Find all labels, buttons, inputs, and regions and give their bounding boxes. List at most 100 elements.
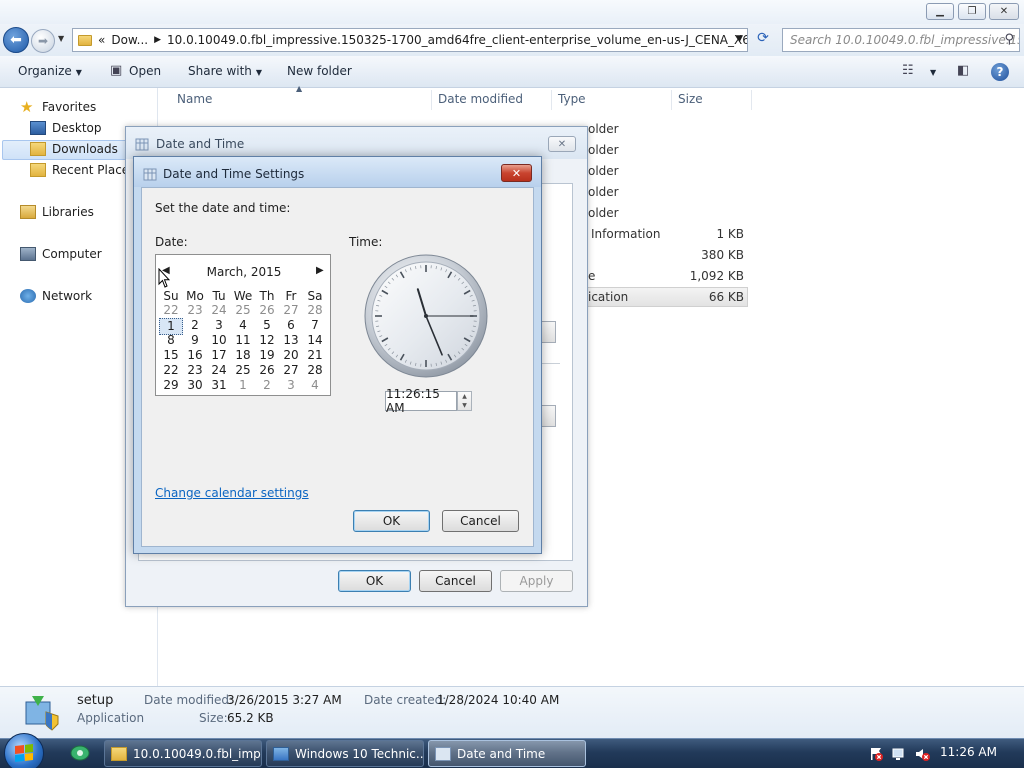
calendar-day-other-month[interactable]: 4 [303, 378, 327, 393]
column-divider[interactable] [751, 90, 752, 110]
back-button[interactable]: ⬅ [3, 27, 29, 53]
recent-pages-dropdown[interactable]: ▼ [58, 34, 64, 43]
calendar-month-title[interactable]: March, 2015 [156, 265, 332, 279]
calendar-day[interactable]: 23 [183, 363, 207, 378]
help-icon[interactable]: ? [991, 63, 1009, 81]
spin-down-icon[interactable]: ▼ [462, 402, 467, 409]
view-dropdown-icon[interactable]: ▼ [926, 64, 936, 78]
calendar-day[interactable]: 7 [303, 318, 327, 333]
calendar-day[interactable]: 5 [255, 318, 279, 333]
outer-cancel-button[interactable]: Cancel [419, 570, 492, 592]
change-date-time-button-edge[interactable] [540, 321, 556, 343]
calendar-day-other-month[interactable]: 24 [207, 303, 231, 318]
column-divider[interactable] [551, 90, 552, 110]
calendar-day[interactable]: 24 [207, 363, 231, 378]
column-divider[interactable] [671, 90, 672, 110]
refresh-icon[interactable]: ⟳ [752, 30, 774, 50]
breadcrumb-arrow-icon[interactable]: ▶ [154, 35, 161, 45]
calendar[interactable]: ◀ March, 2015 ▶ Su Mo Tu We Th Fr Sa 22 23 24 25 2… [155, 254, 331, 396]
settings-close-button[interactable]: ✕ [501, 164, 532, 182]
calendar-day-other-month[interactable]: 1 [231, 378, 255, 393]
calendar-day-other-month[interactable]: 26 [255, 303, 279, 318]
organize-button[interactable]: Organize ▼ [18, 64, 82, 78]
calendar-day[interactable]: 27 [279, 363, 303, 378]
next-month-icon[interactable]: ▶ [316, 265, 324, 276]
calendar-day[interactable]: 22 [159, 363, 183, 378]
calendar-day-other-month[interactable]: 25 [231, 303, 255, 318]
calendar-day[interactable]: 3 [207, 318, 231, 333]
calendar-day[interactable]: 17 [207, 348, 231, 363]
pinned-app-icon[interactable] [62, 741, 98, 765]
address-segment-folder[interactable]: 10.0.10049.0.fbl_impressive.150325-1700_… [167, 33, 747, 47]
calendar-day[interactable]: 20 [279, 348, 303, 363]
calendar-day[interactable]: 4 [231, 318, 255, 333]
nav-recent-places[interactable]: Recent Places [30, 163, 135, 177]
address-bar[interactable]: « Dow... ▶ 10.0.10049.0.fbl_impressive.1… [72, 28, 748, 52]
calendar-day[interactable]: 2 [183, 318, 207, 333]
calendar-day[interactable]: 13 [279, 333, 303, 348]
nav-downloads[interactable]: Downloads [30, 142, 118, 156]
preview-pane-icon[interactable]: ◧ [957, 63, 969, 78]
calendar-day-other-month[interactable]: 27 [279, 303, 303, 318]
address-dropdown-icon[interactable]: ▼ [736, 34, 743, 44]
volume-muted-icon[interactable] [914, 746, 930, 762]
calendar-day-other-month[interactable]: 2 [255, 378, 279, 393]
nav-computer[interactable]: Computer [20, 247, 102, 261]
maximize-button[interactable]: ❐ [958, 3, 986, 20]
outer-ok-button[interactable]: OK [338, 570, 411, 592]
time-spinner[interactable]: ▲ ▼ [457, 391, 472, 411]
settings-ok-button[interactable]: OK [353, 510, 430, 532]
calendar-day[interactable]: 18 [231, 348, 255, 363]
calendar-day[interactable]: 26 [255, 363, 279, 378]
nav-libraries[interactable]: Libraries [20, 205, 94, 219]
calendar-day[interactable]: 10 [207, 333, 231, 348]
forward-button[interactable]: ➡ [31, 29, 55, 53]
calendar-day-other-month[interactable]: 22 [159, 303, 183, 318]
calendar-day-other-month[interactable]: 23 [183, 303, 207, 318]
nav-desktop[interactable]: Desktop [30, 121, 102, 135]
calendar-day[interactable]: 19 [255, 348, 279, 363]
taskbar-date-time-button[interactable]: Date and Time [428, 740, 586, 767]
start-button[interactable] [4, 733, 44, 768]
nav-network[interactable]: Network [20, 289, 92, 303]
calendar-day[interactable]: 11 [231, 333, 255, 348]
minimize-button[interactable]: ▁ [926, 3, 954, 20]
action-center-flag-icon[interactable] [868, 746, 884, 762]
column-divider[interactable] [431, 90, 432, 110]
dialog-close-button[interactable]: ✕ [548, 136, 576, 152]
open-button[interactable]: Open [129, 64, 161, 78]
change-calendar-settings-link[interactable]: Change calendar settings [155, 486, 309, 500]
calendar-day[interactable]: 6 [279, 318, 303, 333]
time-input[interactable]: 11:26:15 AM [385, 387, 457, 415]
calendar-day-other-month[interactable]: 28 [303, 303, 327, 318]
column-name[interactable]: Name [177, 92, 212, 106]
network-tray-icon[interactable] [891, 746, 907, 762]
share-with-button[interactable]: Share with ▼ [188, 64, 262, 78]
calendar-day[interactable]: 16 [183, 348, 207, 363]
calendar-day[interactable]: 12 [255, 333, 279, 348]
change-time-zone-button-edge[interactable] [540, 405, 556, 427]
calendar-day-other-month[interactable]: 3 [279, 378, 303, 393]
apply-button[interactable]: Apply [500, 570, 573, 592]
calendar-day[interactable]: 28 [303, 363, 327, 378]
new-folder-button[interactable]: New folder [287, 64, 352, 78]
calendar-day[interactable]: 8 [159, 333, 183, 348]
column-type[interactable]: Type [558, 92, 586, 106]
close-button[interactable]: ✕ [989, 3, 1019, 20]
calendar-day[interactable]: 14 [303, 333, 327, 348]
calendar-day[interactable]: 31 [207, 378, 231, 393]
calendar-day[interactable]: 25 [231, 363, 255, 378]
address-segment-downloads[interactable]: Dow... [111, 33, 148, 47]
calendar-day[interactable]: 21 [303, 348, 327, 363]
column-date-modified[interactable]: Date modified [438, 92, 523, 106]
calendar-day[interactable]: 30 [183, 378, 207, 393]
search-input[interactable]: Search 10.0.10049.0.fbl_impressive.150..… [782, 28, 1020, 52]
calendar-day[interactable]: 29 [159, 378, 183, 393]
spin-up-icon[interactable]: ▲ [462, 393, 467, 400]
column-size[interactable]: Size [678, 92, 703, 106]
taskbar-clock[interactable]: 11:26 AM [940, 745, 997, 759]
calendar-day[interactable]: 15 [159, 348, 183, 363]
settings-cancel-button[interactable]: Cancel [442, 510, 519, 532]
taskbar-explorer-button[interactable]: 10.0.10049.0.fbl_impr... [104, 740, 262, 767]
address-chevron[interactable]: « [98, 33, 105, 47]
